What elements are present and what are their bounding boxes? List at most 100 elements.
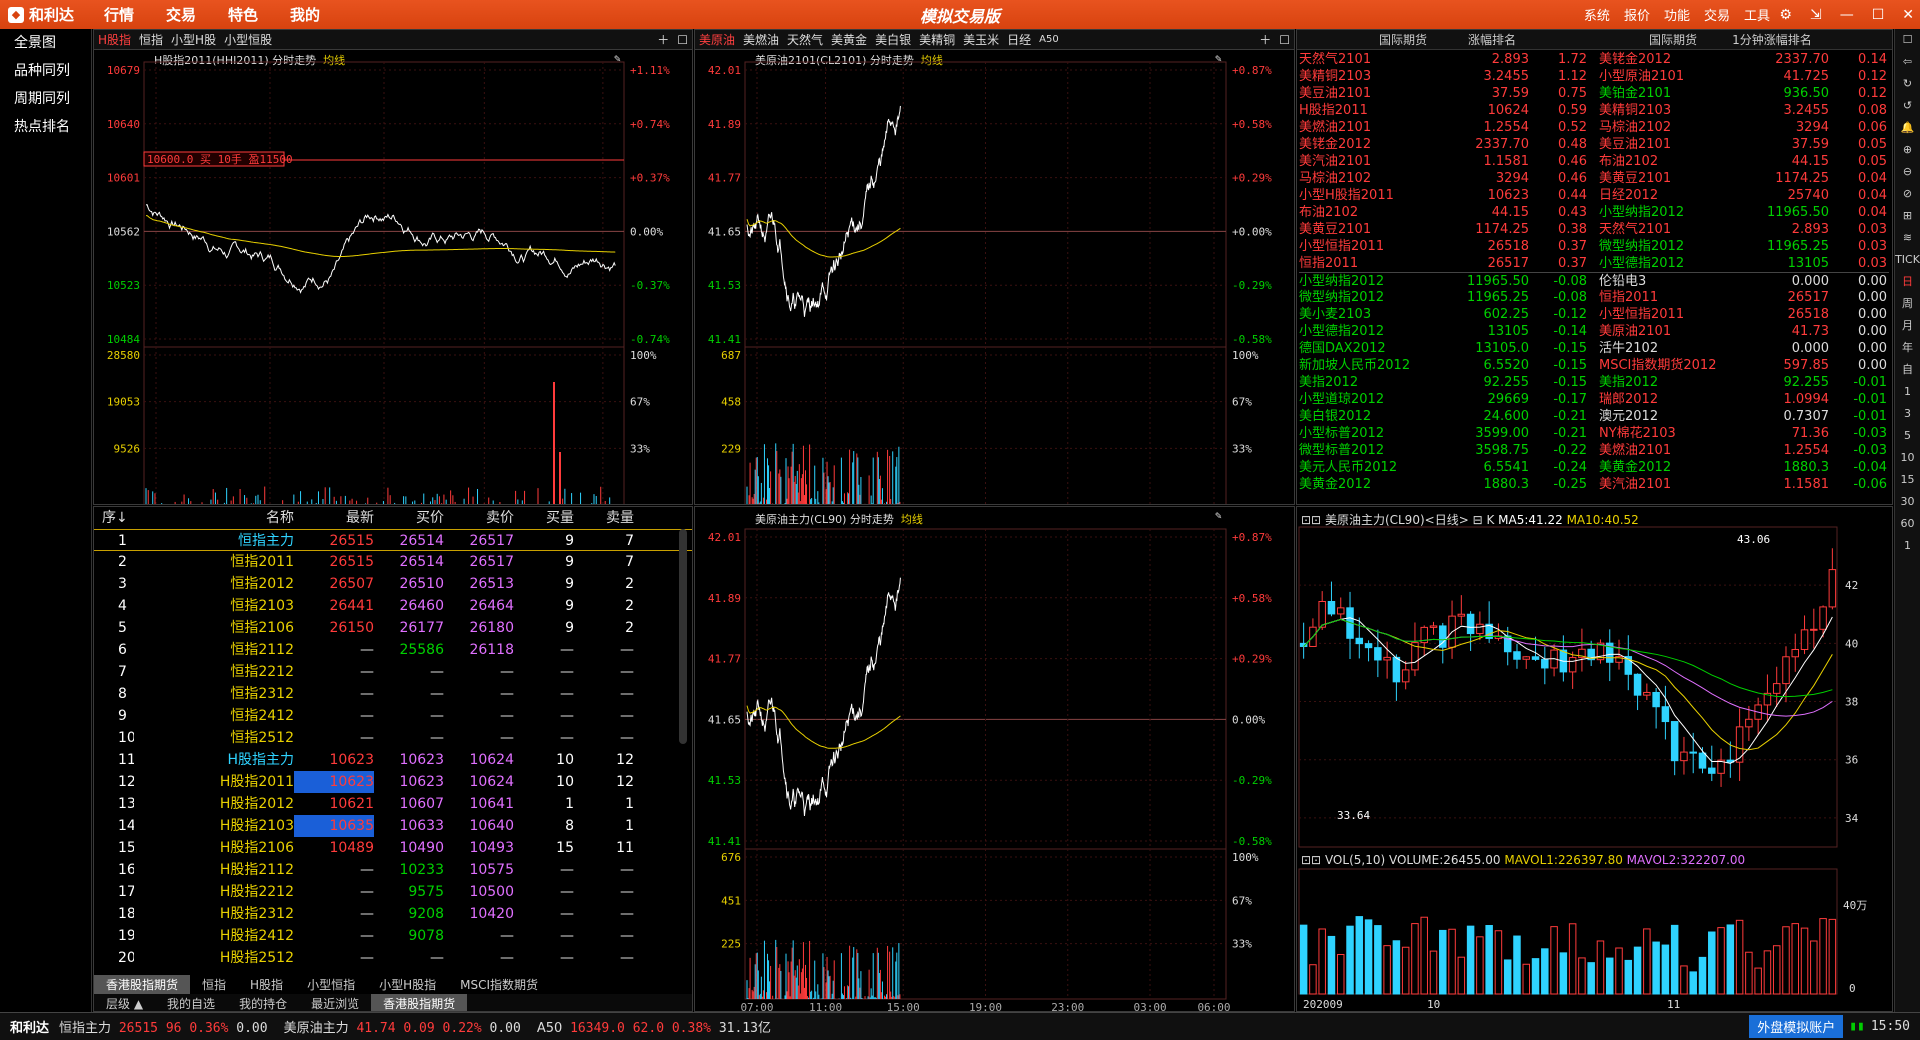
ranking-row[interactable]: 布油2102 44.15 0.43 xyxy=(1299,204,1599,221)
ranking-row[interactable]: 小型恒指2011 26518 0.37 xyxy=(1299,238,1599,255)
maximize-panel-icon[interactable]: ☐ xyxy=(1275,33,1294,47)
period-button[interactable]: 10 xyxy=(1895,447,1920,469)
ranking-row[interactable]: 美铂金2101 936.50 0.12 xyxy=(1599,85,1889,102)
tab-silver[interactable]: 美白银 xyxy=(871,31,915,48)
tool-icon[interactable]: ⊘ xyxy=(1895,183,1920,205)
table-row[interactable]: 3 恒指2012 26507 26510 26513 9 2 xyxy=(94,573,692,595)
menu-system[interactable]: 系统 xyxy=(1584,5,1610,24)
ranking-row[interactable]: 美燃油2101 1.2554 -0.03 xyxy=(1599,442,1889,459)
tab-corn[interactable]: 美玉米 xyxy=(959,31,1003,48)
table-row[interactable]: 10 恒指2512 — — — — — xyxy=(94,727,692,749)
ranking-row[interactable]: 瑞郎2012 1.0994 -0.01 xyxy=(1599,391,1889,408)
ranking-row[interactable]: 活牛2102 0.000 0.00 xyxy=(1599,340,1889,357)
ranking-row[interactable]: 微型纳指2012 11965.25 0.03 xyxy=(1599,238,1889,255)
maximize-panel-icon[interactable]: ☐ xyxy=(673,33,692,47)
table-row[interactable]: 12H股指20111062310623106241012 xyxy=(94,771,692,793)
tab-nikkei[interactable]: 日经 xyxy=(1003,31,1035,48)
list-tab[interactable]: 香港股指期货 xyxy=(371,994,468,1011)
ranking-row[interactable]: 美汽油2101 1.1581 -0.06 xyxy=(1599,476,1889,493)
ranking-row[interactable]: 新加坡人民币2012 6.5520 -0.15 xyxy=(1299,357,1599,374)
ranking-row[interactable]: NY棉花2103 71.36 -0.03 xyxy=(1599,425,1889,442)
sidebar-item-panorama[interactable]: 全景图 xyxy=(0,29,91,57)
menu-special[interactable]: 特色 xyxy=(212,4,274,25)
ranking-row[interactable]: 美铑金2012 2337.70 0.14 xyxy=(1599,51,1889,68)
ranking-row[interactable]: MSCI指数期货2012 597.85 0.00 xyxy=(1599,357,1889,374)
ranking-row[interactable]: 美豆油2101 37.59 0.05 xyxy=(1599,136,1889,153)
ranking-row[interactable]: 美铑金2012 2337.70 0.48 xyxy=(1299,136,1599,153)
ranking-row[interactable]: 美黄豆2101 1174.25 0.38 xyxy=(1299,221,1599,238)
ranking-row[interactable]: 小型纳指2012 11965.50 0.04 xyxy=(1599,204,1889,221)
tool-icon[interactable]: ⇦ xyxy=(1895,51,1920,73)
tool-icon[interactable]: ⊞ xyxy=(1895,205,1920,227)
column-header[interactable]: 买价 xyxy=(374,507,444,529)
table-row[interactable]: 14 H股指210310635 10633 10640 8 1 xyxy=(94,815,692,837)
ranking-row[interactable]: 美燃油2101 1.2554 0.52 xyxy=(1299,119,1599,136)
period-button[interactable]: 月 xyxy=(1895,315,1920,337)
ranking-row[interactable]: 美指2012 92.255 -0.15 xyxy=(1299,374,1599,391)
tab-gold[interactable]: 美黄金 xyxy=(827,31,871,48)
tab-mini-hshare[interactable]: 小型H股 xyxy=(167,31,220,48)
ranking-row[interactable]: 伦铅电3 0.000 0.00 xyxy=(1599,272,1889,289)
tool-icon[interactable]: ≋ xyxy=(1895,227,1920,249)
ranking-row[interactable]: 美原油2101 41.73 0.00 xyxy=(1599,323,1889,340)
menu-trade[interactable]: 交易 xyxy=(150,4,212,25)
ranking-row[interactable]: 小型原油2101 41.725 0.12 xyxy=(1599,68,1889,85)
ranking-row[interactable]: 微型标普2012 3598.75 -0.22 xyxy=(1299,442,1599,459)
ranking-row[interactable]: 布油2102 44.15 0.05 xyxy=(1599,153,1889,170)
ranking-row[interactable]: 天然气2101 2.893 1.72 xyxy=(1299,51,1599,68)
menu-function[interactable]: 功能 xyxy=(1664,5,1690,24)
ranking-row[interactable]: 美黄金2012 1880.3 -0.25 xyxy=(1299,476,1599,493)
menu-quote[interactable]: 报价 xyxy=(1624,5,1650,24)
column-header[interactable]: 买量 xyxy=(514,507,574,529)
tool-icon[interactable]: ↻ xyxy=(1895,73,1920,95)
table-row[interactable]: 6 恒指2112 — 25586 26118 — — xyxy=(94,639,692,661)
ranking-row[interactable]: 德国DAX2012 13105.0 -0.15 xyxy=(1299,340,1599,357)
tool-icon[interactable]: ⊕ xyxy=(1895,139,1920,161)
column-header[interactable]: 序↓ xyxy=(94,507,134,529)
tab-copper[interactable]: 美精铜 xyxy=(915,31,959,48)
status-ticker[interactable]: A50 16349.0 62.0 0.38% 31.13亿 xyxy=(537,1017,771,1036)
tool-icon[interactable]: ⊖ xyxy=(1895,161,1920,183)
table-row[interactable]: 9 恒指2412 — — — — — xyxy=(94,705,692,727)
ranking-row[interactable]: 马棕油2102 3294 0.06 xyxy=(1599,119,1889,136)
column-header[interactable]: 最新 xyxy=(294,507,374,529)
table-row[interactable]: 13 H股指2012 10621 10607 10641 1 1 xyxy=(94,793,692,815)
ranking-row[interactable]: 美精铜2103 3.2455 1.12 xyxy=(1299,68,1599,85)
ranking-row[interactable]: 小型德指2012 13105 -0.14 xyxy=(1299,323,1599,340)
category-tab[interactable]: 小型H股指 xyxy=(367,975,448,995)
table-row[interactable]: 17 H股指2212 — 9575 10500 — — xyxy=(94,881,692,903)
period-button[interactable]: 1 xyxy=(1895,381,1920,403)
table-row[interactable]: 11 H股指主力 10623 10623 10624 10 12 xyxy=(94,749,692,771)
column-header[interactable]: 卖量 xyxy=(574,507,634,529)
settings-icon[interactable]: ⚙ xyxy=(1779,7,1792,23)
list-tab[interactable]: 最近浏览 xyxy=(299,994,371,1011)
ranking-row[interactable]: 小型H股指2011 10623 0.44 xyxy=(1299,187,1599,204)
menu-mine[interactable]: 我的 xyxy=(274,4,336,25)
period-button[interactable]: 60 xyxy=(1895,513,1920,535)
menu-trading[interactable]: 交易 xyxy=(1704,5,1730,24)
list-tab[interactable]: 层级 ▲ xyxy=(94,994,155,1011)
period-button[interactable]: 周 xyxy=(1895,293,1920,315)
column-header[interactable]: 卖价 xyxy=(444,507,514,529)
ranking-row[interactable]: 天然气2101 2.893 0.03 xyxy=(1599,221,1889,238)
ranking-row[interactable]: 美白银2012 24.600 -0.21 xyxy=(1299,408,1599,425)
tool-icon[interactable]: ☐ xyxy=(1895,29,1920,51)
ranking-row[interactable]: 小型德指2012 13105 0.03 xyxy=(1599,255,1889,272)
maximize-icon[interactable]: ☐ xyxy=(1872,7,1885,23)
table-row[interactable]: 2 恒指2011 26515 26514 26517 9 7 xyxy=(94,551,692,573)
table-row[interactable]: 18 H股指2312 — 9208 10420 — — xyxy=(94,903,692,925)
table-row[interactable]: 19 H股指2412 — 9078 — — — xyxy=(94,925,692,947)
table-row[interactable]: 16 H股指2112 — 10233 10575 — — xyxy=(94,859,692,881)
period-button[interactable]: 1 xyxy=(1895,535,1920,557)
table-row[interactable]: 15 H股指2106 10489 10490 10493 15 11 xyxy=(94,837,692,859)
list-tab[interactable]: 我的自选 xyxy=(155,994,227,1011)
ranking-row[interactable]: 美元人民币2012 6.5541 -0.24 xyxy=(1299,459,1599,476)
ranking-row[interactable]: 恒指2011 26517 0.00 xyxy=(1599,289,1889,306)
status-ticker[interactable]: 美原油主力 41.74 0.09 0.22% 0.00 xyxy=(284,1017,521,1036)
tab-natgas[interactable]: 天然气 xyxy=(783,31,827,48)
ranking-row[interactable]: H股指2011 10624 0.59 xyxy=(1299,102,1599,119)
ranking-row[interactable]: 小型恒指2011 26518 0.00 xyxy=(1599,306,1889,323)
period-button[interactable]: 30 xyxy=(1895,491,1920,513)
sidebar-item-hot-ranking[interactable]: 热点排名 xyxy=(0,113,91,141)
tab-mini-hsi[interactable]: 小型恒股 xyxy=(220,31,276,48)
